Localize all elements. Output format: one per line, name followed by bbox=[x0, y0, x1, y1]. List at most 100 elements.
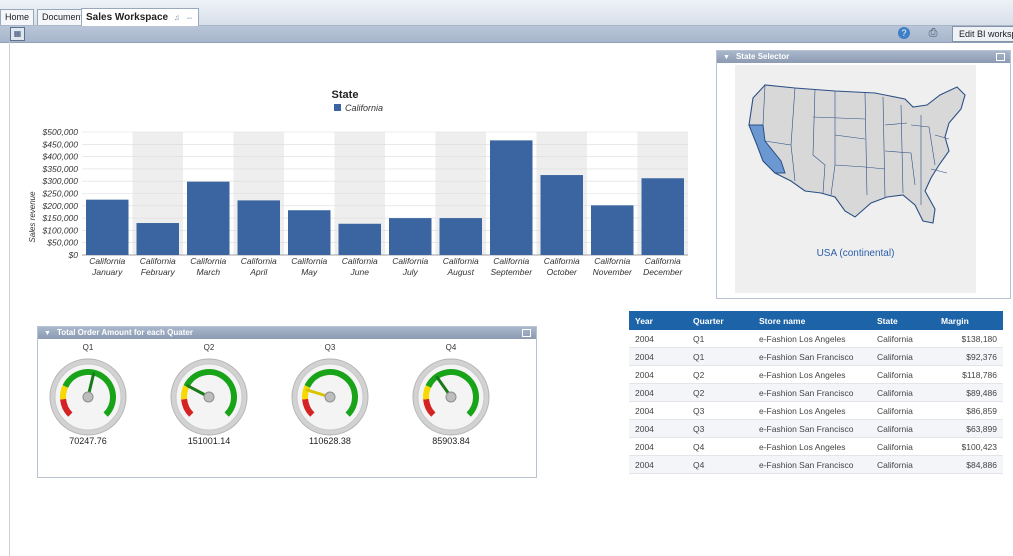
table-cell: e-Fashion Los Angeles bbox=[753, 401, 871, 420]
tab-home[interactable]: Home bbox=[0, 9, 35, 25]
bar-august[interactable] bbox=[439, 218, 483, 255]
table-row[interactable]: 2004 Q1 e-Fashion Los Angeles California $13… bbox=[629, 330, 1003, 348]
usa-map[interactable]: USA (continental) bbox=[735, 65, 976, 293]
x-tick-label: December bbox=[643, 267, 683, 277]
column-header-margin[interactable]: Margin bbox=[935, 311, 1003, 330]
column-header-year[interactable]: Year bbox=[629, 311, 687, 330]
x-tick-label: May bbox=[301, 267, 318, 277]
table-row[interactable]: 2004 Q2 e-Fashion Los Angeles California $11… bbox=[629, 365, 1003, 384]
bar-january[interactable] bbox=[86, 199, 129, 255]
x-tick-label: California bbox=[443, 256, 479, 266]
table-cell: Q3 bbox=[687, 401, 753, 420]
gauge-q4 bbox=[412, 358, 490, 436]
table-cell: 2004 bbox=[629, 455, 687, 474]
map-label: USA (continental) bbox=[816, 248, 895, 259]
gauge-q3 bbox=[291, 358, 369, 436]
pin-icon[interactable]: ♫ bbox=[174, 9, 180, 26]
state-selector-header: ▼ State Selector bbox=[717, 51, 1010, 63]
table-cell: Q1 bbox=[687, 347, 753, 366]
help-icon[interactable]: ? bbox=[898, 27, 910, 39]
bar-march[interactable] bbox=[187, 181, 230, 255]
table-row[interactable]: 2004 Q3 e-Fashion San Francisco California $… bbox=[629, 419, 1003, 438]
table-cell: Q3 bbox=[687, 419, 753, 438]
bar-may[interactable] bbox=[288, 210, 331, 255]
table-cell: $100,423 bbox=[935, 437, 1003, 456]
gauge-value-q4: 85903.84 bbox=[432, 436, 470, 446]
table-cell: 2004 bbox=[629, 437, 687, 456]
layout-icon[interactable]: ▦ bbox=[10, 27, 25, 41]
bar-december[interactable] bbox=[641, 178, 685, 255]
bar-february[interactable] bbox=[136, 223, 180, 255]
column-header-store-name[interactable]: Store name bbox=[753, 311, 871, 330]
x-tick-label: March bbox=[196, 267, 220, 277]
bar-october[interactable] bbox=[540, 175, 584, 255]
table-cell: e-Fashion San Francisco bbox=[753, 347, 871, 366]
collapse-icon[interactable]: ▼ bbox=[44, 328, 51, 340]
table-row[interactable]: 2004 Q1 e-Fashion San Francisco California $… bbox=[629, 347, 1003, 366]
legend-swatch bbox=[334, 104, 341, 111]
table-cell: 2004 bbox=[629, 365, 687, 384]
table-cell: $84,886 bbox=[935, 455, 1003, 474]
table-cell: California bbox=[871, 401, 935, 420]
chart-title: State bbox=[332, 89, 359, 101]
legend-label: California bbox=[345, 103, 383, 113]
state-selector-title: State Selector bbox=[735, 52, 790, 61]
bar-september[interactable] bbox=[490, 140, 533, 255]
table-cell: Q2 bbox=[687, 383, 753, 402]
column-header-quarter[interactable]: Quarter bbox=[687, 311, 753, 330]
usa-outline bbox=[748, 84, 966, 224]
table-cell: e-Fashion Los Angeles bbox=[753, 365, 871, 384]
table-cell: California bbox=[871, 347, 935, 366]
y-tick-label: $200,000 bbox=[42, 201, 79, 211]
gauge-name-q3: Q3 bbox=[324, 343, 336, 352]
gauge-name-q2: Q2 bbox=[203, 343, 215, 352]
table-row[interactable]: 2004 Q2 e-Fashion San Francisco California $… bbox=[629, 383, 1003, 402]
x-tick-label: California bbox=[190, 256, 226, 266]
table-cell: California bbox=[871, 383, 935, 402]
usa-map-shape bbox=[748, 84, 966, 224]
table-row[interactable]: 2004 Q4 e-Fashion San Francisco California $… bbox=[629, 455, 1003, 474]
chart-y-ticks: $0 $50,000 $100,000 $150,000 $200,000 $250,00… bbox=[42, 127, 79, 260]
edit-bi-workspace-button[interactable]: Edit BI workspace bbox=[952, 26, 1013, 42]
tab-sales-workspace[interactable]: Sales Workspace ♫ ⇔ ⚙ bbox=[81, 8, 199, 39]
x-tick-label: California bbox=[342, 256, 378, 266]
table-cell: California bbox=[871, 365, 935, 384]
bar-november[interactable] bbox=[591, 205, 634, 255]
tab-sales-workspace-label: Sales Workspace bbox=[86, 12, 169, 23]
x-tick-label: California bbox=[645, 256, 681, 266]
y-tick-label: $50,000 bbox=[46, 238, 78, 248]
tab-bar: Home Documents Sales Workspace ♫ ⇔ ⚙ bbox=[0, 0, 1013, 39]
sales-revenue-chart: $0 $50,000 $100,000 $150,000 $200,000 $250,00… bbox=[28, 89, 688, 277]
x-tick-label: July bbox=[402, 267, 419, 277]
table-row[interactable]: 2004 Q4 e-Fashion Los Angeles California $10… bbox=[629, 437, 1003, 456]
bar-july[interactable] bbox=[389, 218, 432, 255]
maximize-icon[interactable] bbox=[522, 329, 531, 337]
y-tick-label: $300,000 bbox=[42, 176, 79, 186]
table-body: 2004 Q1 e-Fashion Los Angeles California $13… bbox=[629, 330, 1003, 474]
table-cell: Q4 bbox=[687, 455, 753, 474]
x-tick-label: November bbox=[593, 267, 633, 277]
table-header-row: Year Quarter Store name State Margin bbox=[629, 311, 1003, 330]
column-header-state[interactable]: State bbox=[871, 311, 935, 330]
y-tick-label: $450,000 bbox=[42, 139, 79, 149]
y-axis-label: Sales revenue bbox=[28, 191, 37, 243]
print-icon[interactable]: ⎙ bbox=[926, 27, 940, 39]
refresh-icon[interactable]: ⇔ bbox=[186, 9, 194, 26]
margin-table: Year Quarter Store name State Margin 2004 Q1 e… bbox=[629, 311, 1003, 474]
table-cell: e-Fashion Los Angeles bbox=[753, 437, 871, 456]
x-tick-label: California bbox=[493, 256, 529, 266]
bar-april[interactable] bbox=[237, 200, 281, 255]
chart-x-ticks: CaliforniaJanuaryCaliforniaFebruaryCalif… bbox=[89, 256, 683, 277]
table-cell: California bbox=[871, 455, 935, 474]
table-row[interactable]: 2004 Q3 e-Fashion Los Angeles California $86… bbox=[629, 401, 1003, 420]
table-cell: Q2 bbox=[687, 365, 753, 384]
y-tick-label: $100,000 bbox=[42, 225, 79, 235]
table-cell: 2004 bbox=[629, 419, 687, 438]
table-cell: e-Fashion San Francisco bbox=[753, 455, 871, 474]
table-cell: $86,859 bbox=[935, 401, 1003, 420]
collapse-icon[interactable]: ▼ bbox=[723, 52, 730, 64]
gauge-name-q1: Q1 bbox=[82, 343, 94, 352]
bar-june[interactable] bbox=[338, 223, 382, 255]
maximize-icon[interactable] bbox=[996, 53, 1005, 61]
x-tick-label: California bbox=[594, 256, 630, 266]
